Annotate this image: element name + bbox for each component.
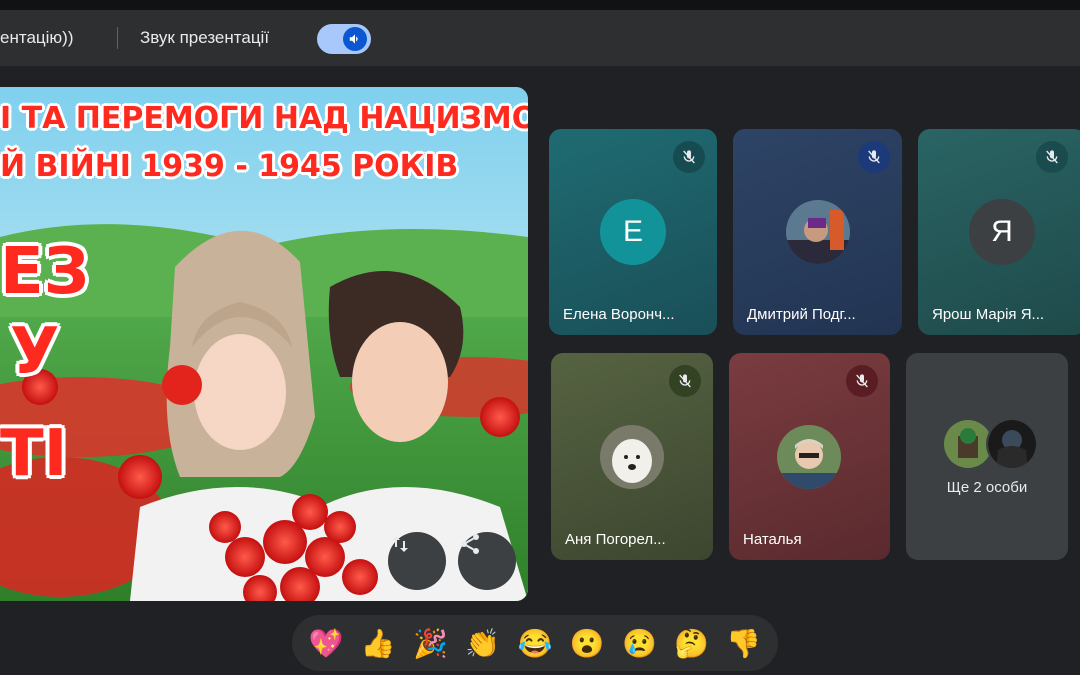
participant-name: Наталья <box>743 531 802 548</box>
mic-off-icon <box>669 365 701 397</box>
participant-name: Дмитрий Подг... <box>747 306 856 323</box>
participant-name: Елена Воронч... <box>563 306 675 323</box>
divider <box>117 27 118 49</box>
slide-title-line1: І ТА ПЕРЕМОГИ НАД НАЦИЗМОМ <box>0 101 528 136</box>
reactions-bar: 💖 👍 🎉 👏 😂 😮 😢 🤔 👎 <box>292 615 778 671</box>
thumbs-down-icon[interactable]: 👎 <box>724 623 764 663</box>
surprised-face-icon[interactable]: 😮 <box>567 623 607 663</box>
avatar <box>777 425 841 489</box>
presentation-title: ентацію)) <box>0 28 74 47</box>
thumbs-up-icon[interactable]: 👍 <box>358 623 398 663</box>
mic-off-icon <box>1036 141 1068 173</box>
clapping-hands-icon[interactable]: 👏 <box>463 623 503 663</box>
window-top-strip <box>0 0 1080 10</box>
slide-big-text-1: ЕЗ <box>0 235 90 309</box>
slide-title-line2: Й ВІЙНІ 1939 - 1945 РОКІВ <box>0 149 459 184</box>
avatar <box>786 200 850 264</box>
avatar: Я <box>969 199 1035 265</box>
share-icon <box>461 534 479 554</box>
presentation-sound-toggle[interactable] <box>317 24 371 54</box>
more-participants-tile[interactable]: Ще 2 особи <box>906 353 1068 560</box>
participant-tile[interactable]: Дмитрий Подг... <box>733 129 902 335</box>
avatar <box>600 425 664 489</box>
presentation-sound-label: Звук презентації <box>140 28 270 47</box>
more-participants-label: Ще 2 особи <box>946 479 1028 496</box>
participant-name: Ярош Марія Я... <box>932 306 1045 323</box>
swap-layout-button[interactable] <box>388 532 446 590</box>
speaker-icon <box>343 27 367 51</box>
swap-vertical-icon <box>392 536 408 552</box>
participant-tile[interactable]: Наталья <box>729 353 890 560</box>
mic-off-icon <box>673 141 705 173</box>
presentation-bar: ентацію)) Звук презентації <box>0 10 1080 66</box>
crying-face-icon[interactable]: 😢 <box>619 623 659 663</box>
participant-tile[interactable]: Я Ярош Марія Я... <box>918 129 1080 335</box>
thinking-face-icon[interactable]: 🤔 <box>672 623 712 663</box>
mic-off-icon <box>858 141 890 173</box>
participant-tile[interactable]: Е Елена Воронч... <box>549 129 717 335</box>
slide-big-text-3: ТІ <box>0 417 68 491</box>
participant-tile[interactable]: Аня Погорел... <box>551 353 713 560</box>
slide-big-text-2: У <box>10 315 60 389</box>
presentation-slide: І ТА ПЕРЕМОГИ НАД НАЦИЗМОМ Й ВІЙНІ 1939 … <box>0 87 528 601</box>
participant-name: Аня Погорел... <box>565 531 666 548</box>
share-button[interactable] <box>458 532 516 590</box>
avatar: Е <box>600 199 666 265</box>
sparkling-heart-icon[interactable]: 💖 <box>306 623 346 663</box>
tears-of-joy-icon[interactable]: 😂 <box>515 623 555 663</box>
party-popper-icon[interactable]: 🎉 <box>411 623 451 663</box>
avatar <box>986 418 1038 470</box>
mic-off-icon <box>846 365 878 397</box>
